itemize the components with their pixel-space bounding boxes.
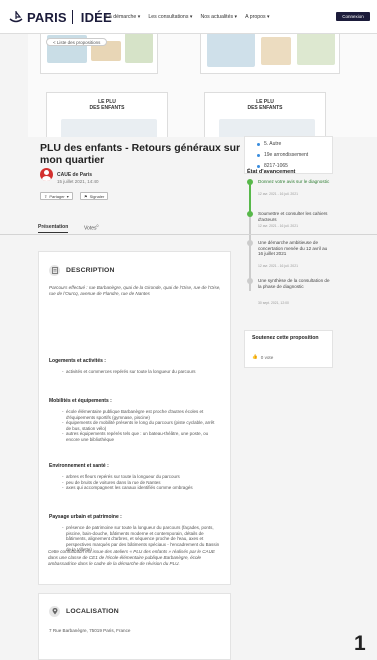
- info-arrondissement: 19e arrondissement: [257, 152, 308, 158]
- location-pin-icon: [49, 606, 60, 617]
- timeline-step-label[interactable]: Donnez votre avis sur le diagnostic: [258, 179, 333, 185]
- nav-item-demarche[interactable]: La démarche ▾: [106, 14, 140, 20]
- localisation-title: LOCALISATION: [66, 608, 119, 615]
- list-item: autres équipements repérés tels que : un…: [62, 431, 220, 442]
- top-navigation-bar: PARIS IDÉE La démarche ▾ Les consultatio…: [0, 0, 377, 34]
- info-theme: 5. Autre: [257, 141, 281, 147]
- nav-item-a-propos[interactable]: A propos ▾: [245, 14, 270, 20]
- share-icon: ⇪: [44, 193, 48, 199]
- hero-image: LE PLU DES ENFANTS LE PLU DES ENFANTS: [28, 34, 377, 137]
- description-intro: Parcours effectué : rue Barbanègre, quai…: [49, 285, 221, 296]
- flag-icon: ⚑: [84, 193, 88, 199]
- logo-paris: PARIS: [27, 9, 67, 25]
- poster-subtitle-left: DES ENFANTS: [89, 105, 125, 111]
- timeline-progress-done: [249, 182, 251, 213]
- timeline-title: État d'avancement: [247, 169, 296, 175]
- timeline-step-date: 30 sept. 2021, 12:00: [258, 301, 289, 305]
- document-icon: [49, 265, 60, 276]
- avatar[interactable]: [40, 168, 53, 181]
- thumbs-up-icon: 👍: [252, 354, 258, 359]
- localisation-card: LOCALISATION 7 Rue Barbanègre, 75019 Par…: [38, 593, 231, 660]
- section-heading: Logements et activités :: [49, 358, 106, 364]
- main-nav: La démarche ▾ Les consultations ▾ Nos ac…: [106, 14, 270, 20]
- tab-votes[interactable]: Votes0: [84, 224, 98, 232]
- timeline-dot-done: [247, 179, 253, 185]
- hash-icon: [257, 164, 260, 168]
- support-card: Soutenez cette proposition 👍 0 vote: [244, 330, 333, 368]
- poster-left: LE PLU DES ENFANTS: [46, 92, 168, 137]
- tab-presentation[interactable]: Présentation: [38, 224, 69, 233]
- chevron-down-icon: ▾: [66, 193, 69, 199]
- nav-item-consultations[interactable]: Les consultations ▾: [148, 14, 192, 20]
- section-heading: Mobilités et équipements :: [49, 398, 112, 404]
- localisation-header: LOCALISATION: [49, 606, 119, 617]
- tag-icon: [257, 142, 260, 146]
- poster-right: LE PLU DES ENFANTS: [204, 92, 326, 137]
- localisation-address: 7 Rue Barbanègre, 75019 Paris, France: [49, 628, 131, 633]
- proposal-tabs: Présentation Votes0: [0, 219, 377, 235]
- section-list: activités et commerces repérés sur toute…: [62, 369, 220, 375]
- report-label: Signaler: [89, 193, 105, 199]
- location-pin-icon: [257, 153, 260, 157]
- section-heading: Paysage urbain et patrimoine :: [49, 514, 122, 520]
- timeline-step-date: 12 avr. 2021 - 16 juil. 2021: [258, 264, 298, 268]
- list-item: école élémentaire publique Barbanègre es…: [62, 409, 220, 420]
- timeline-step-label[interactable]: Une démarche ambitieuse de concertation …: [258, 240, 333, 257]
- timeline-dot-done: [247, 211, 253, 217]
- section-list: école élémentaire publique Barbanègre es…: [62, 409, 220, 443]
- support-vote-count[interactable]: 👍 0 vote: [252, 354, 273, 360]
- poster-subtitle-right: DES ENFANTS: [247, 105, 283, 111]
- author-name[interactable]: CAUE de Paris: [57, 172, 92, 178]
- nav-item-actualites[interactable]: Nos actualités ▾: [200, 14, 237, 20]
- description-header: DESCRIPTION: [49, 265, 115, 276]
- description-card: DESCRIPTION Parcours effectué : rue Barb…: [38, 251, 231, 585]
- paris-ship-icon: [9, 11, 23, 23]
- list-item: axes qui accompagnent les canaux identif…: [62, 485, 220, 491]
- timeline-step-date: 12 avr. 2021 - 16 juil. 2021: [258, 192, 298, 196]
- paris-idee-logo[interactable]: PARIS IDÉE: [8, 9, 112, 25]
- description-title: DESCRIPTION: [66, 267, 115, 274]
- logo-divider: [71, 10, 73, 24]
- back-to-proposals-link[interactable]: < Liste des propositions: [46, 38, 108, 46]
- list-item: équipements de mobilité présents le long…: [62, 420, 220, 431]
- proposal-date: 15 juillet 2021, 14:40: [57, 179, 99, 184]
- timeline-dot-pending: [247, 240, 253, 246]
- page-number: 1: [354, 632, 366, 655]
- connexion-button[interactable]: Connexion: [336, 12, 370, 21]
- section-list: arbres et fleurs repérés sur toute la lo…: [62, 474, 220, 491]
- proposal-title: PLU des enfants - Retours généraux sur m…: [40, 142, 241, 166]
- share-label: Partager: [49, 193, 65, 199]
- report-button[interactable]: ⚑ Signaler: [80, 192, 109, 200]
- description-footer: Cette contribution est issue des atelier…: [48, 549, 215, 566]
- share-button[interactable]: ⇪ Partager ▾: [40, 192, 73, 200]
- timeline-step-label[interactable]: Une synthèse de la consultation de la ph…: [258, 278, 333, 289]
- timeline-dot-pending: [247, 278, 253, 284]
- poster-map-right: [200, 34, 340, 74]
- support-title: Soutenez cette proposition: [252, 335, 319, 341]
- list-item: activités et commerces repérés sur toute…: [62, 369, 220, 375]
- section-heading: Environnement et santé :: [49, 463, 109, 469]
